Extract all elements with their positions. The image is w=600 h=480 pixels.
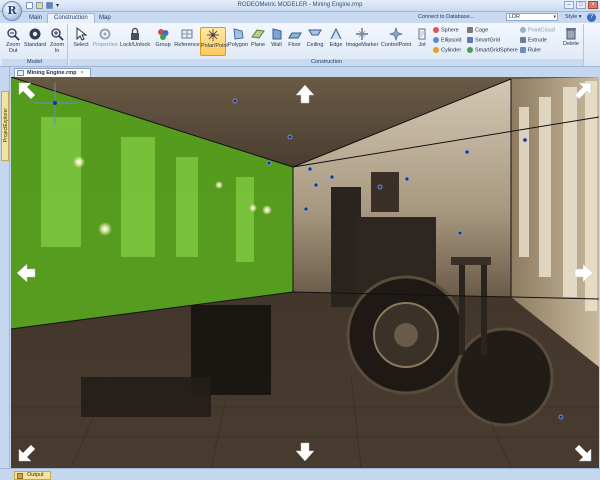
smart-grid-button[interactable]: SmartGrid	[467, 37, 500, 44]
model-group: Zoom Out Standard Zoom In Model	[2, 24, 68, 66]
smart-grid-sphere-button[interactable]: SmartGridSphere	[467, 47, 518, 54]
tab-main[interactable]: Main	[22, 13, 49, 23]
maximize-button[interactable]: □	[576, 1, 586, 9]
render-mode-select[interactable]: LDR ▾	[506, 13, 558, 21]
cage-button[interactable]: Cage	[467, 27, 488, 34]
smart-grid-icon	[467, 37, 473, 43]
connect-to-database-button[interactable]: Connect to Database...	[418, 14, 474, 20]
floor-button[interactable]: Floor	[286, 27, 303, 48]
title-bar: ▾ RODEOMetric MODELER - Mining Engine.rm…	[0, 0, 600, 12]
control-point-button[interactable]: ControlPoint	[379, 27, 413, 48]
polygon-button[interactable]: Polygon	[227, 27, 249, 48]
close-button[interactable]: ×	[588, 1, 598, 9]
ceiling-icon	[308, 29, 322, 36]
style-menu[interactable]: Style ▾	[565, 14, 582, 20]
plane-icon	[251, 29, 265, 39]
sphere-icon	[433, 27, 439, 33]
jot-icon	[418, 28, 426, 40]
window-title: RODEOMetric MODELER - Mining Engine.rmp	[237, 2, 363, 8]
zoom-in-button[interactable]: Zoom In	[47, 27, 67, 54]
ribbon: Zoom Out Standard Zoom In Model Select P…	[0, 23, 600, 67]
polar-point-button[interactable]: Polar/Point	[200, 27, 228, 56]
standard-view-button[interactable]: Standard	[23, 27, 47, 48]
panorama-scene[interactable]	[11, 77, 599, 468]
output-icon	[17, 473, 23, 479]
cylinder-button[interactable]: Cylinder	[433, 47, 461, 54]
document-icon	[17, 70, 24, 76]
document-tab[interactable]: Mining Engine.rmp ×	[14, 68, 91, 77]
lock-unlock-button[interactable]: Lock/Unlock	[119, 27, 151, 48]
project-explorer-tab[interactable]: ProjectExplorer	[1, 91, 9, 161]
properties-button[interactable]: Properties	[92, 27, 118, 48]
output-tab[interactable]: Output	[14, 471, 51, 480]
plane-button[interactable]: Plane	[249, 27, 267, 48]
image-marker-button[interactable]: ImageMarker	[346, 27, 378, 48]
chevron-down-icon: ▾	[553, 14, 556, 20]
delete-button[interactable]: Delete	[558, 26, 584, 47]
model-group-label: Model	[2, 59, 67, 66]
extrude-icon	[520, 37, 526, 43]
polygon-icon	[233, 28, 244, 40]
image-marker-icon	[356, 28, 368, 40]
model-viewport[interactable]	[11, 77, 599, 468]
eye-icon	[29, 28, 41, 40]
floor-icon	[287, 32, 302, 39]
point-cloud-button[interactable]: PointCloud	[520, 27, 555, 34]
application-menu-button[interactable]: R	[2, 1, 22, 21]
output-bar: Output	[0, 468, 600, 480]
ribbon-tab-row: Main Construction Map Connect to Databas…	[0, 12, 600, 23]
cage-icon	[467, 27, 473, 33]
construction-group-label: Construction	[70, 59, 583, 66]
document-tab-strip: Mining Engine.rmp ×	[10, 67, 600, 77]
sphere-button[interactable]: Sphere	[433, 27, 459, 34]
group-button[interactable]: Group	[153, 27, 173, 48]
side-panel: ProjectExplorer	[0, 67, 10, 469]
wall-button[interactable]: Wall	[268, 27, 285, 48]
control-point-icon	[389, 27, 403, 41]
reference-icon	[181, 29, 193, 39]
wall-icon	[272, 28, 281, 40]
tab-map[interactable]: Map	[92, 13, 118, 23]
properties-icon	[99, 28, 111, 40]
construction-group: Select Properties Lock/Unlock Group Refe…	[70, 24, 584, 66]
group-icon	[158, 29, 169, 40]
zoom-out-icon	[7, 28, 20, 41]
minimize-button[interactable]: –	[564, 1, 574, 9]
edge-icon	[330, 27, 342, 40]
jot-button[interactable]: Jot	[415, 27, 429, 48]
select-button[interactable]: Select	[71, 27, 91, 48]
smart-grid-sphere-icon	[467, 47, 473, 53]
reference-button[interactable]: Reference	[174, 27, 200, 48]
window-controls: – □ ×	[564, 1, 598, 9]
zoom-in-icon	[51, 28, 64, 41]
trash-icon	[566, 28, 576, 40]
tab-construction[interactable]: Construction	[47, 13, 95, 23]
ruler-icon	[520, 47, 526, 53]
polar-point-icon	[207, 29, 219, 41]
close-tab-icon[interactable]: ×	[81, 70, 84, 76]
zoom-out-button[interactable]: Zoom Out	[3, 27, 23, 54]
extrude-button[interactable]: Extrude	[520, 37, 547, 44]
ellipsoid-icon	[433, 37, 439, 43]
ruler-button[interactable]: Ruler	[520, 47, 541, 54]
lock-icon	[131, 27, 139, 40]
delete-group	[586, 24, 599, 66]
ceiling-button[interactable]: Ceiling	[304, 27, 326, 48]
cursor-icon	[76, 27, 88, 41]
help-icon[interactable]: ?	[587, 13, 596, 22]
point-cloud-icon	[520, 27, 526, 33]
cylinder-icon	[433, 47, 439, 53]
edge-button[interactable]: Edge	[327, 27, 345, 48]
ellipsoid-button[interactable]: Ellipsoid	[433, 37, 461, 44]
